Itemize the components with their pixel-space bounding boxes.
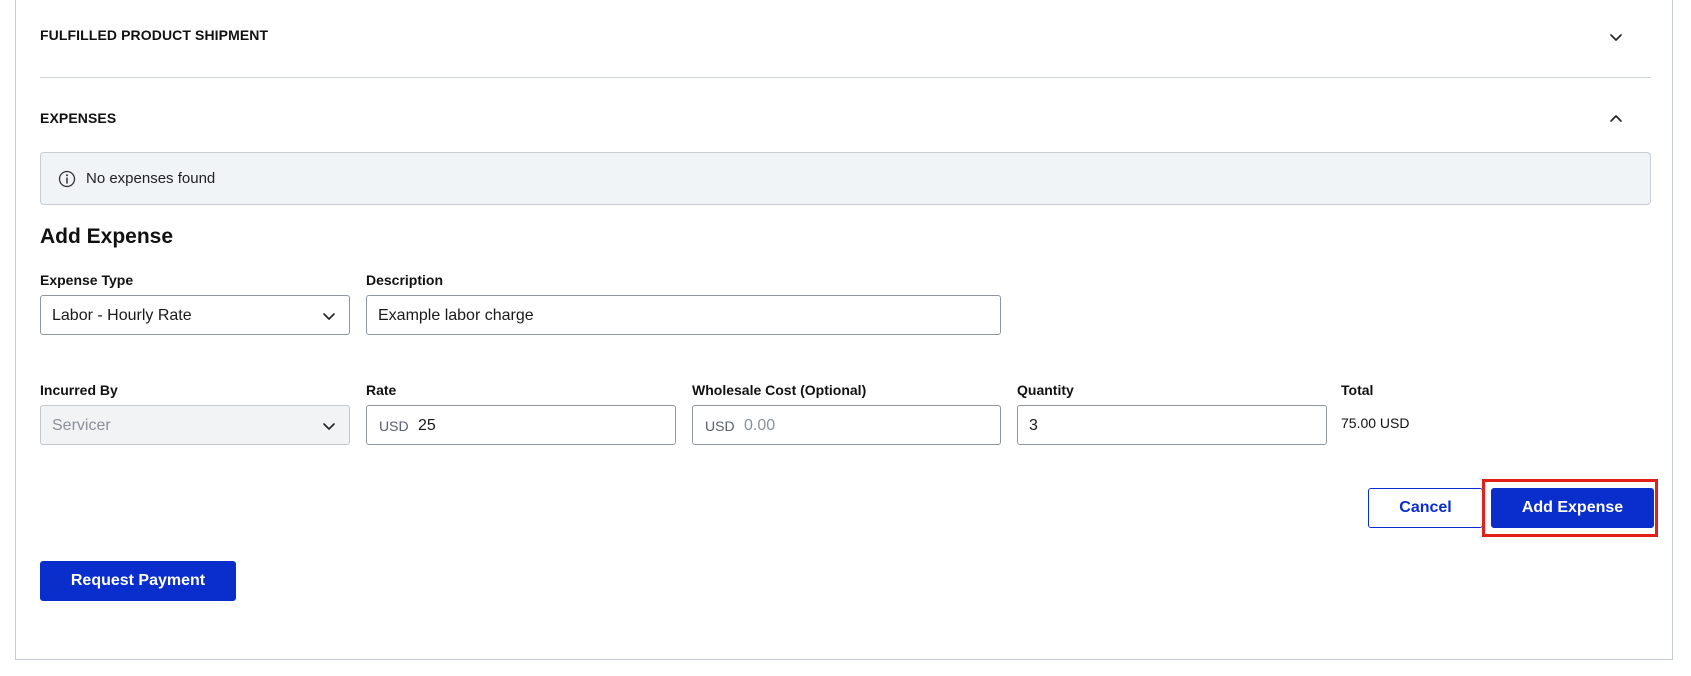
- expense-type-label: Expense Type: [40, 272, 134, 288]
- total-label: Total: [1341, 382, 1374, 398]
- chevron-down-icon[interactable]: [1608, 29, 1624, 45]
- fulfilled-shipment-header[interactable]: FULFILLED PRODUCT SHIPMENT: [40, 27, 1648, 47]
- fulfilled-shipment-title: FULFILLED PRODUCT SHIPMENT: [40, 27, 269, 43]
- quantity-value: 3: [1029, 417, 1038, 434]
- expense-type-value: Labor - Hourly Rate: [52, 307, 192, 324]
- wholesale-cost-input[interactable]: USD 0.00: [692, 405, 1001, 445]
- chevron-down-icon: [321, 308, 337, 324]
- add-expense-heading: Add Expense: [40, 225, 174, 248]
- section-divider: [40, 77, 1651, 78]
- incurred-by-select[interactable]: Servicer: [40, 405, 350, 445]
- total-value: 75.00 USD: [1341, 415, 1410, 431]
- expenses-title: EXPENSES: [40, 110, 117, 126]
- wholesale-currency: USD: [705, 418, 735, 434]
- wholesale-placeholder: 0.00: [744, 417, 776, 434]
- chevron-up-icon[interactable]: [1608, 111, 1624, 127]
- rate-input[interactable]: USD 25: [366, 405, 676, 445]
- add-expense-button[interactable]: Add Expense: [1491, 488, 1654, 528]
- info-icon: [58, 170, 76, 188]
- chevron-down-icon: [321, 418, 337, 434]
- expense-type-select[interactable]: Labor - Hourly Rate: [40, 295, 350, 335]
- expenses-header[interactable]: EXPENSES: [40, 110, 1648, 130]
- no-expenses-alert: No expenses found: [40, 152, 1651, 205]
- cancel-button[interactable]: Cancel: [1368, 488, 1483, 528]
- rate-currency: USD: [379, 418, 409, 434]
- quantity-input[interactable]: 3: [1017, 405, 1327, 445]
- description-label: Description: [366, 272, 444, 288]
- request-payment-button[interactable]: Request Payment: [40, 561, 236, 601]
- description-value: Example labor charge: [378, 307, 534, 324]
- description-input[interactable]: Example labor charge: [366, 295, 1001, 335]
- quantity-label: Quantity: [1017, 382, 1074, 398]
- incurred-by-label: Incurred By: [40, 382, 118, 398]
- rate-label: Rate: [366, 382, 397, 398]
- wholesale-cost-label: Wholesale Cost (Optional): [692, 382, 867, 398]
- incurred-by-value: Servicer: [52, 417, 111, 434]
- alert-text: No expenses found: [86, 170, 216, 187]
- rate-value: 25: [418, 417, 436, 434]
